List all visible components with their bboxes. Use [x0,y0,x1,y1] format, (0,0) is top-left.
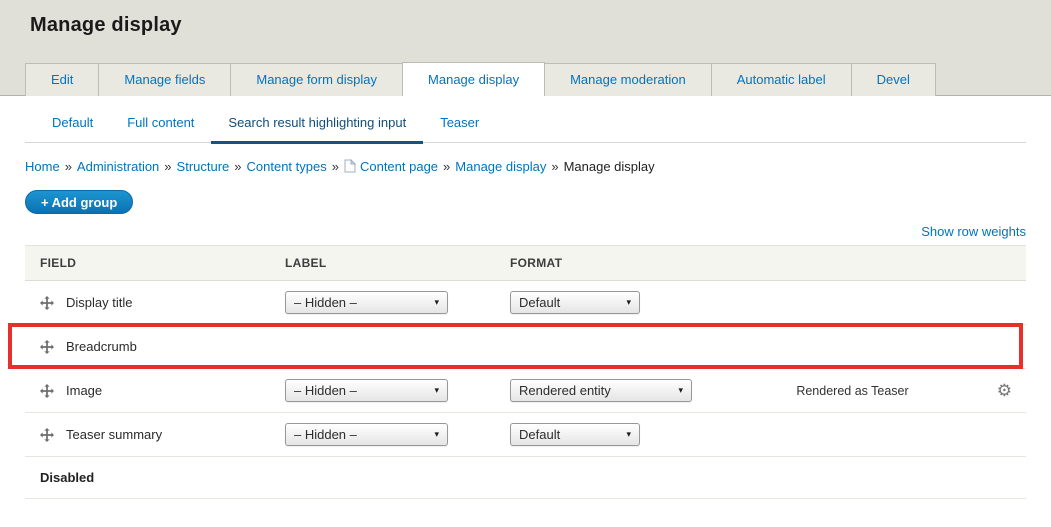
tab-manage-form-display[interactable]: Manage form display [230,63,404,96]
tab-devel[interactable]: Devel [850,63,936,96]
chevron-down-icon: ▾ [678,385,683,395]
field-name: Image [66,383,103,398]
chevron-down-icon: ▾ [626,297,631,307]
label-select[interactable]: – Hidden – ▾ [285,291,448,314]
subtab-search-result-highlighting-input[interactable]: Search result highlighting input [211,106,424,144]
field-name: Teaser summary [66,427,163,442]
page-icon [344,158,357,176]
subtab-full-content[interactable]: Full content [110,106,211,142]
chevron-down-icon: ▾ [434,297,439,307]
column-header-field: FIELD [40,256,77,270]
breadcrumb-link-administration[interactable]: Administration [77,159,159,174]
tab-manage-moderation[interactable]: Manage moderation [544,63,712,96]
disabled-section-header: Disabled [25,457,1026,499]
table-row-display-title: Display title – Hidden – ▾ Default ▾ [25,281,1026,325]
page-title: Manage display [30,14,182,36]
secondary-tabs: Default Full content Search result highl… [25,96,1026,144]
table-row-image: Image – Hidden – ▾ Rendered entity ▾ Rende… [25,369,1026,413]
breadcrumb-separator: » [164,159,172,174]
add-group-button[interactable]: + Add group [25,190,134,214]
breadcrumb-separator: » [64,159,72,174]
label-select[interactable]: – Hidden – ▾ [285,379,448,402]
column-header-format: FORMAT [510,256,563,270]
chevron-down-icon: ▾ [434,385,439,395]
breadcrumb-link-manage-display[interactable]: Manage display [455,159,546,174]
chevron-down-icon: ▾ [626,429,631,439]
format-summary: Rendered as Teaser [796,383,909,398]
tab-automatic-label[interactable]: Automatic label [710,63,852,96]
show-row-weights-link[interactable]: Show row weights [921,224,1026,239]
drag-handle-icon[interactable] [40,427,54,442]
format-select[interactable]: Default ▾ [510,291,640,314]
chevron-down-icon: ▾ [434,429,439,439]
add-group-label: Add group [51,194,118,210]
field-name: Display title [66,295,133,310]
page-header: Manage display Edit Manage fields Manage… [0,0,1051,96]
primary-tabs: Edit Manage fields Manage form display M… [25,62,936,96]
field-name: Breadcrumb [66,339,137,354]
drag-handle-icon[interactable] [40,339,54,354]
table-row-teaser-summary: Teaser summary – Hidden – ▾ Default ▾ [25,413,1026,457]
breadcrumb: Home » Administration » Structure » Content ty… [25,158,1026,176]
breadcrumb-separator: » [331,159,339,174]
breadcrumb-link-content-types[interactable]: Content types [247,159,327,174]
breadcrumb-link-home[interactable]: Home [25,159,60,174]
plus-icon: + [41,194,49,210]
breadcrumb-link-content-page[interactable]: Content page [360,159,438,174]
breadcrumb-separator: » [551,159,559,174]
subtab-teaser[interactable]: Teaser [423,106,496,142]
tab-manage-display[interactable]: Manage display [402,62,546,96]
subtab-default[interactable]: Default [35,106,110,142]
label-select[interactable]: – Hidden – ▾ [285,423,448,446]
row-weights-bar: Show row weights [25,224,1026,239]
column-header-label: LABEL [285,256,327,270]
drag-handle-icon[interactable] [40,295,54,310]
table-header-row: FIELD LABEL FORMAT [25,245,1026,281]
breadcrumb-link-structure[interactable]: Structure [177,159,230,174]
breadcrumb-separator: » [234,159,242,174]
tab-manage-fields[interactable]: Manage fields [98,63,232,96]
format-select[interactable]: Rendered entity ▾ [510,379,692,402]
actions-bar: + Add group [25,190,1026,214]
breadcrumb-current: Manage display [563,159,655,174]
tab-edit[interactable]: Edit [25,63,100,96]
drag-handle-icon[interactable] [40,383,54,398]
table-row-breadcrumb: Breadcrumb [25,325,1026,369]
format-select[interactable]: Default ▾ [510,423,640,446]
gear-icon[interactable]: ⚙ [997,382,1012,399]
breadcrumb-separator: » [443,159,451,174]
field-display-table: FIELD LABEL FORMAT Display title – Hidde… [8,245,1026,499]
